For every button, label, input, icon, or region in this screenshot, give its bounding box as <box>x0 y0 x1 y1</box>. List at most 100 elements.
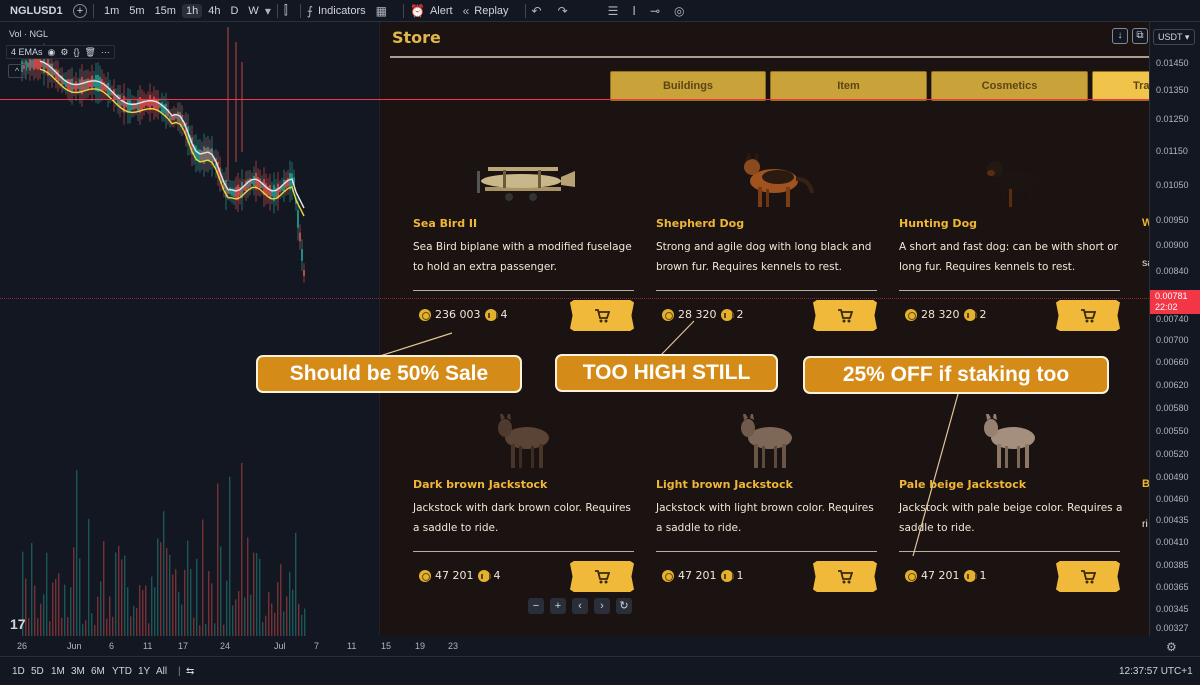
replay-button[interactable]: « Replay <box>463 4 509 18</box>
lines-tool-icon[interactable]: ☰ <box>608 4 619 18</box>
timeframe-15m[interactable]: 15m <box>151 4 180 18</box>
range-ytd[interactable]: YTD <box>112 666 132 677</box>
volume-bar <box>31 542 33 636</box>
tab-cosmetics[interactable]: Cosmetics <box>931 71 1088 101</box>
item-description-cut: sa <box>1142 257 1149 269</box>
alert-button[interactable]: ⏰ Alert <box>410 4 453 18</box>
range-6m[interactable]: 6M <box>91 666 105 677</box>
scroll-left-icon[interactable]: ‹ <box>572 598 588 614</box>
current-price-value: 0.00781 <box>1155 291 1188 301</box>
price-axis-label: 0.00740 <box>1156 314 1189 324</box>
settings-icon[interactable]: ⚙ <box>60 47 68 58</box>
volume-bar <box>274 612 276 636</box>
volume-bar <box>211 583 213 636</box>
undo-icon[interactable]: ↶ <box>532 4 542 18</box>
indicators-button[interactable]: ⨍ Indicators <box>307 4 366 18</box>
volume-bar <box>73 547 75 636</box>
eye-icon[interactable]: ◉ <box>48 47 56 58</box>
timeframe-w[interactable]: W <box>244 4 262 18</box>
volume-bar <box>196 558 198 636</box>
currency-select[interactable]: USDT ▾ <box>1153 29 1195 45</box>
buy-button[interactable] <box>570 300 634 331</box>
annotation-sale: Should be 50% Sale <box>256 355 522 393</box>
line-tool-icon[interactable]: ⊸ <box>650 4 660 18</box>
range-all[interactable]: All <box>156 666 167 677</box>
candlestick-chart <box>21 27 306 636</box>
timeframe-5m[interactable]: 5m <box>125 4 148 18</box>
volume-bar <box>28 618 30 636</box>
goto-date-icon[interactable]: ⇆ <box>186 666 194 677</box>
scroll-right-icon[interactable]: › <box>594 598 610 614</box>
range-3m[interactable]: 3M <box>71 666 85 677</box>
ema-legend[interactable]: 4 EMAs ◉ ⚙ {} 🗑 ⋯ <box>6 45 115 59</box>
chevron-up-icon[interactable]: ^ <box>8 64 26 78</box>
chevron-down-icon[interactable]: ▾ <box>265 4 271 18</box>
range-1y[interactable]: 1Y <box>138 666 150 677</box>
text-cursor-icon[interactable]: Ⅰ <box>632 4 636 18</box>
timeframe-4h[interactable]: 4h <box>204 4 224 18</box>
toolbar-divider <box>299 3 301 18</box>
candle-body <box>29 58 31 71</box>
candle-body <box>27 62 29 68</box>
candles-icon[interactable]: ⫿ <box>284 3 288 18</box>
buy-button[interactable] <box>1056 561 1120 592</box>
time-axis[interactable]: 26 Jun 6 11 17 24 Jul 7 11 15 19 23 <box>0 636 1149 654</box>
clock[interactable]: 12:37:57 UTC+1 <box>1119 666 1193 677</box>
download-icon[interactable]: ↓ <box>1112 28 1128 44</box>
candle-body <box>297 210 299 228</box>
volume-bar <box>187 540 189 636</box>
add-symbol-icon[interactable]: + <box>73 3 87 18</box>
time-label: 11 <box>143 641 153 651</box>
timeframe-d[interactable]: D <box>226 4 242 18</box>
layouts-icon[interactable]: ▦ <box>376 4 387 18</box>
timeframe-1m[interactable]: 1m <box>100 4 123 18</box>
horizontal-line[interactable] <box>0 99 1149 100</box>
candle-body <box>129 99 131 113</box>
price-value: 47 201 <box>678 569 717 582</box>
level-value: 1 <box>736 569 744 582</box>
buy-button[interactable] <box>813 561 877 592</box>
zoom-in-icon[interactable]: + <box>550 598 566 614</box>
reset-icon[interactable]: ↻ <box>616 598 632 614</box>
coin-icon <box>662 308 674 321</box>
buy-button[interactable] <box>813 300 877 331</box>
volume-bar <box>43 594 45 636</box>
volume-bar <box>172 574 174 636</box>
level-icon <box>720 308 734 321</box>
range-5d[interactable]: 5D <box>31 666 44 677</box>
volume-bar <box>61 617 63 636</box>
buy-button[interactable] <box>1056 300 1120 331</box>
rewind-icon: « <box>462 3 470 18</box>
fullscreen-icon[interactable]: ⧉ <box>1132 28 1148 44</box>
level-value: 2 <box>979 308 987 321</box>
tab-item[interactable]: Item <box>770 71 927 101</box>
price-axis-label: 0.00365 <box>1156 582 1189 592</box>
redo-icon[interactable]: ↷ <box>558 4 568 18</box>
volume-bar <box>112 616 114 636</box>
timeframe-1h[interactable]: 1h <box>181 3 203 18</box>
gear-icon[interactable]: ⚙ <box>1166 640 1177 654</box>
toolbar-divider <box>403 3 404 18</box>
price-axis-label: 0.00840 <box>1156 266 1189 276</box>
volume-bar <box>160 542 162 636</box>
toolbar-divider <box>93 3 94 18</box>
range-1d[interactable]: 1D <box>12 666 25 677</box>
donkey-icon <box>741 414 792 468</box>
tab-transport[interactable]: Tra <box>1092 71 1149 101</box>
zoom-out-icon[interactable]: − <box>528 598 544 614</box>
range-1m[interactable]: 1M <box>51 666 65 677</box>
volume-bar <box>46 552 48 636</box>
item-description-cut: ri <box>1142 518 1148 530</box>
volume-bar <box>226 580 228 636</box>
price-axis[interactable]: USDT ▾ 0.01450 0.01350 0.01250 0.01150 0.010… <box>1149 22 1200 636</box>
trash-icon[interactable]: 🗑 <box>84 47 95 58</box>
tab-buildings[interactable]: Buildings <box>610 71 766 101</box>
braces-icon[interactable]: {} <box>73 47 79 57</box>
more-icon[interactable]: ⋯ <box>101 47 110 58</box>
indicators-label: Indicators <box>317 4 366 17</box>
symbol-name[interactable]: NGLUSD1 <box>10 5 68 17</box>
target-icon[interactable]: ◎ <box>674 4 684 18</box>
candle-body <box>177 111 179 122</box>
buy-button[interactable] <box>570 561 634 592</box>
price-chart[interactable]: Vol · NGL 4 EMAs ◉ ⚙ {} 🗑 ⋯ ^ 17 <box>0 22 380 636</box>
